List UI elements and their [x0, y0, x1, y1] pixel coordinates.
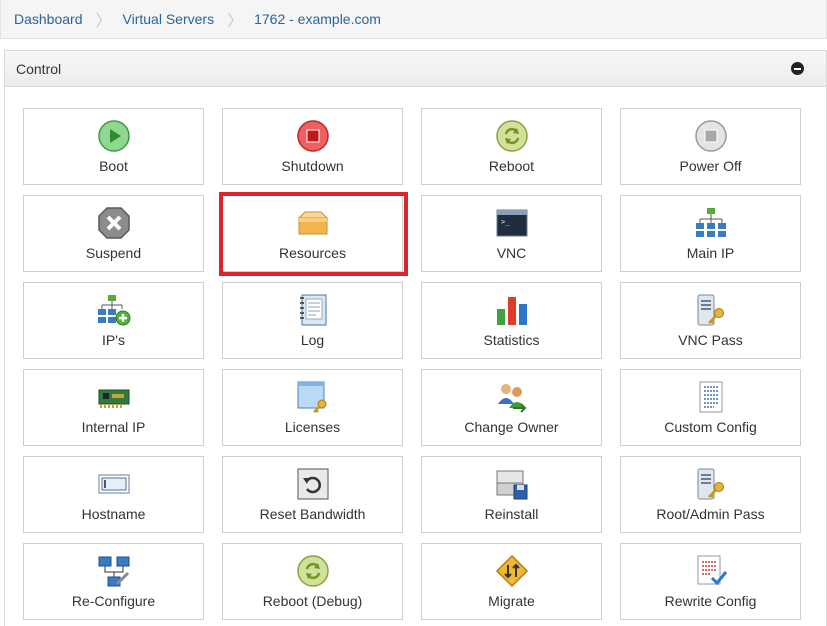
vnc-icon: >_ [495, 206, 529, 240]
tile-label: Main IP [686, 245, 735, 261]
custom-config-icon [694, 380, 728, 414]
panel-header: Control [5, 51, 826, 87]
reset-bandwidth-icon [296, 467, 330, 501]
collapse-icon[interactable] [791, 62, 804, 75]
tile-label: Reset Bandwidth [259, 506, 366, 522]
tile-label: Reboot [488, 158, 535, 174]
tile-hostname[interactable]: Hostname [23, 456, 204, 533]
tile-migrate[interactable]: Migrate [421, 543, 602, 620]
breadcrumb-virtual-servers[interactable]: Virtual Servers [123, 11, 215, 27]
tile-label: Rewrite Config [664, 593, 757, 609]
tile-reset-bandwidth[interactable]: Reset Bandwidth [222, 456, 403, 533]
breadcrumb-separator: 〉 [227, 13, 244, 30]
breadcrumb-server[interactable]: 1762 - example.com [254, 11, 381, 27]
tile-rewrite-config[interactable]: Rewrite Config [620, 543, 801, 620]
tile-shutdown[interactable]: Shutdown [222, 108, 403, 185]
tile-label: Reinstall [484, 506, 539, 522]
boot-icon [97, 119, 131, 153]
power-off-icon [694, 119, 728, 153]
tile-suspend[interactable]: Suspend [23, 195, 204, 272]
tile-label: Resources [279, 245, 346, 261]
breadcrumb-dashboard[interactable]: Dashboard [14, 11, 83, 27]
tile-root-admin-pass[interactable]: Root/Admin Pass [620, 456, 801, 533]
svg-text:>_: >_ [501, 218, 510, 226]
root-admin-pass-icon [694, 467, 728, 501]
reboot-debug-icon [296, 554, 330, 588]
change-owner-icon [495, 380, 529, 414]
tile-vnc-pass[interactable]: VNC Pass [620, 282, 801, 359]
rewrite-config-icon [694, 554, 728, 588]
tile-reboot[interactable]: Reboot [421, 108, 602, 185]
breadcrumb: Dashboard 〉 Virtual Servers 〉 1762 - exa… [0, 0, 827, 39]
tile-label: Hostname [81, 506, 146, 522]
tile-label: Internal IP [81, 419, 146, 435]
hostname-icon [97, 467, 131, 501]
tile-resources[interactable]: Resources [222, 195, 403, 272]
tile-change-owner[interactable]: Change Owner [421, 369, 602, 446]
tile-vnc[interactable]: >_ VNC [421, 195, 602, 272]
tile-log[interactable]: Log [222, 282, 403, 359]
tile-ips[interactable]: IP's [23, 282, 204, 359]
tile-label: VNC Pass [678, 332, 743, 348]
tile-main-ip[interactable]: Main IP [620, 195, 801, 272]
statistics-icon [495, 293, 529, 327]
tile-label: Change Owner [464, 419, 559, 435]
log-icon [296, 293, 330, 327]
re-configure-icon [97, 554, 131, 588]
tile-label: IP's [102, 332, 125, 348]
main-ip-icon [694, 206, 728, 240]
breadcrumb-separator: 〉 [95, 13, 112, 30]
tile-label: Log [300, 332, 325, 348]
vnc-pass-icon [694, 293, 728, 327]
tile-power-off[interactable]: Power Off [620, 108, 801, 185]
internal-ip-icon [97, 380, 131, 414]
tile-boot[interactable]: Boot [23, 108, 204, 185]
migrate-icon [495, 554, 529, 588]
tile-licenses[interactable]: Licenses [222, 369, 403, 446]
tile-internal-ip[interactable]: Internal IP [23, 369, 204, 446]
panel-title: Control [16, 60, 62, 77]
tile-custom-config[interactable]: Custom Config [620, 369, 801, 446]
licenses-icon [296, 380, 330, 414]
tile-reinstall[interactable]: Reinstall [421, 456, 602, 533]
tile-label: Boot [99, 158, 128, 174]
tile-statistics[interactable]: Statistics [421, 282, 602, 359]
tile-label: Power Off [679, 158, 742, 174]
reboot-icon [495, 119, 529, 153]
tile-label: Custom Config [664, 419, 757, 435]
tile-label: Suspend [85, 245, 142, 261]
suspend-icon [97, 206, 131, 240]
tile-label: Migrate [488, 593, 535, 609]
tile-label: Root/Admin Pass [656, 506, 765, 522]
tile-label: Shutdown [281, 158, 344, 174]
reinstall-icon [495, 467, 529, 501]
ips-icon [97, 293, 131, 327]
tile-reboot-debug[interactable]: Reboot (Debug) [222, 543, 403, 620]
tile-label: Reboot (Debug) [262, 593, 363, 609]
tile-label: Statistics [483, 332, 540, 348]
tile-label: VNC [496, 245, 527, 261]
resources-icon [296, 206, 330, 240]
tile-label: Re-Configure [71, 593, 156, 609]
tile-re-configure[interactable]: Re-Configure [23, 543, 204, 620]
shutdown-icon [296, 119, 330, 153]
tile-label: Licenses [284, 419, 341, 435]
